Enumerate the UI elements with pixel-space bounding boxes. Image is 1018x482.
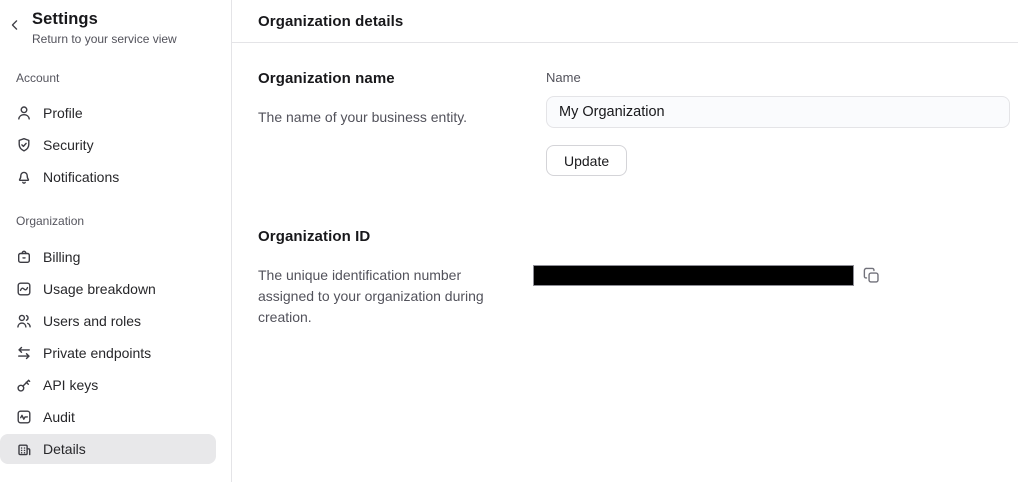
settings-app: Settings Return to your service view Acc… [0,0,1018,482]
sidebar-item-label: Users and roles [43,313,141,329]
user-icon [16,105,32,121]
details-title: Organization details [258,13,403,30]
building-icon [16,441,32,457]
sidebar-item-label: Usage breakdown [43,281,156,297]
arrows-left-right-icon [16,345,32,361]
back-button[interactable] [5,15,25,35]
section-label-organization: Organization [0,214,231,228]
sidebar-item-users-and-roles[interactable]: Users and roles [0,305,216,337]
bell-icon [16,169,32,185]
sidebar-item-profile[interactable]: Profile [0,97,216,129]
organization-id-redacted-value [533,265,854,286]
organization-id-value-row [533,265,1010,286]
chevron-left-icon [8,18,22,32]
copy-icon [863,267,880,284]
shield-check-icon [16,137,32,153]
organization-id-row: Organization ID The unique identificatio… [258,228,1010,328]
page-title: Settings [32,9,177,29]
billing-box-icon [16,249,32,265]
users-icon [16,313,32,329]
sidebar-header: Settings Return to your service view [0,0,231,47]
sidebar-item-label: Notifications [43,169,119,185]
sidebar-item-label: Details [43,441,86,457]
update-button[interactable]: Update [546,145,627,176]
sidebar-item-private-endpoints[interactable]: Private endpoints [0,337,216,369]
chart-wave-icon [16,281,32,297]
organization-id-value-area [546,228,1010,328]
organization-name-description: The name of your business entity. [258,107,510,128]
sidebar-item-usage-breakdown[interactable]: Usage breakdown [0,273,216,305]
sidebar-title-block: Settings Return to your service view [32,6,177,47]
details-content: Organization name The name of your busin… [232,43,1018,328]
sidebar-item-audit[interactable]: Audit [0,401,216,433]
back-link-label[interactable]: Return to your service view [32,32,177,47]
copy-button[interactable] [862,267,880,285]
sidebar-item-label: Profile [43,105,83,121]
sidebar-item-label: Billing [43,249,80,265]
organization-id-info: Organization ID The unique identificatio… [258,228,546,328]
organization-id-description: The unique identification number assigne… [258,265,510,328]
organization-name-heading: Organization name [258,70,546,88]
organization-name-info: Organization name The name of your busin… [258,70,546,176]
details-header: Organization details [232,0,1018,43]
sidebar-item-label: API keys [43,377,98,393]
key-icon [16,377,32,393]
sidebar-item-billing[interactable]: Billing [0,241,216,273]
sidebar-item-details[interactable]: Details [0,434,216,464]
sidebar-item-notifications[interactable]: Notifications [0,161,216,193]
sidebar-item-api-keys[interactable]: API keys [0,369,216,401]
organization-id-heading: Organization ID [258,228,546,246]
settings-sidebar: Settings Return to your service view Acc… [0,0,232,482]
sidebar-item-label: Audit [43,409,75,425]
sidebar-item-label: Private endpoints [43,345,151,361]
sidebar-item-security[interactable]: Security [0,129,216,161]
name-input[interactable] [546,96,1010,128]
organization-name-row: Organization name The name of your busin… [258,70,1010,176]
section-label-account: Account [0,71,231,85]
organization-name-form: Name Update [546,70,1010,176]
pulse-square-icon [16,409,32,425]
sidebar-item-label: Security [43,137,94,153]
name-field-label: Name [546,70,1010,85]
details-panel: Organization details Organization name T… [232,0,1018,482]
